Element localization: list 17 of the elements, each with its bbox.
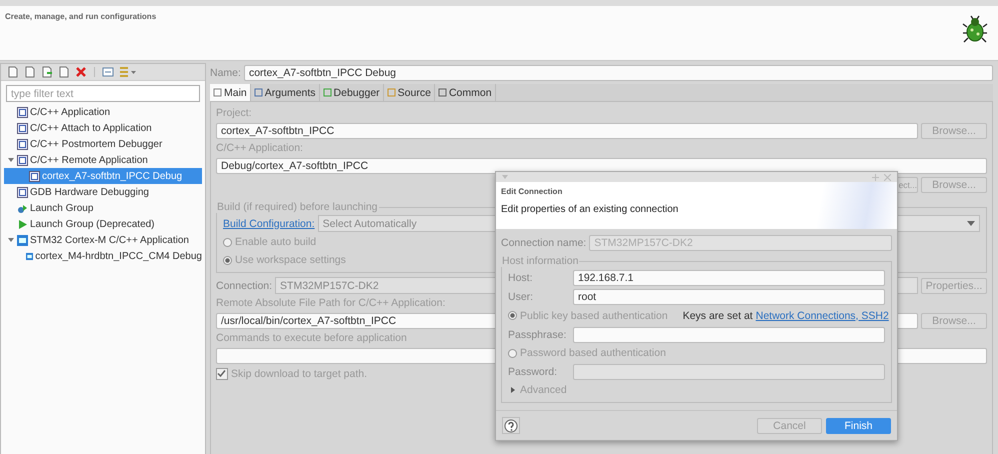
dialog-title: Edit Connection xyxy=(501,187,564,196)
password-label: Password: xyxy=(508,366,558,378)
project-label: Project: xyxy=(216,106,252,120)
build-group-title: Build (if required) before launching xyxy=(216,201,379,213)
name-label: Name: xyxy=(210,67,241,79)
keys-note: Keys are set at xyxy=(682,310,753,322)
user-label: User: xyxy=(508,290,534,302)
host-information-title: Host information xyxy=(501,255,580,267)
commands-label: Commands to execute before application xyxy=(216,331,407,345)
host-label: Host: xyxy=(508,272,534,284)
connection-name-label: Connection name: xyxy=(501,236,586,248)
application-label: C/C++ Application: xyxy=(216,141,303,155)
connection-label: Connection: xyxy=(216,280,272,292)
passphrase-label: Passphrase: xyxy=(508,328,568,340)
header-description: Create, manage, and run configurations xyxy=(5,12,158,21)
dialog-subtitle: Edit properties of an existing connection xyxy=(501,204,680,216)
remote-path-label: Remote Absolute File Path for C/C++ Application: xyxy=(216,296,446,310)
